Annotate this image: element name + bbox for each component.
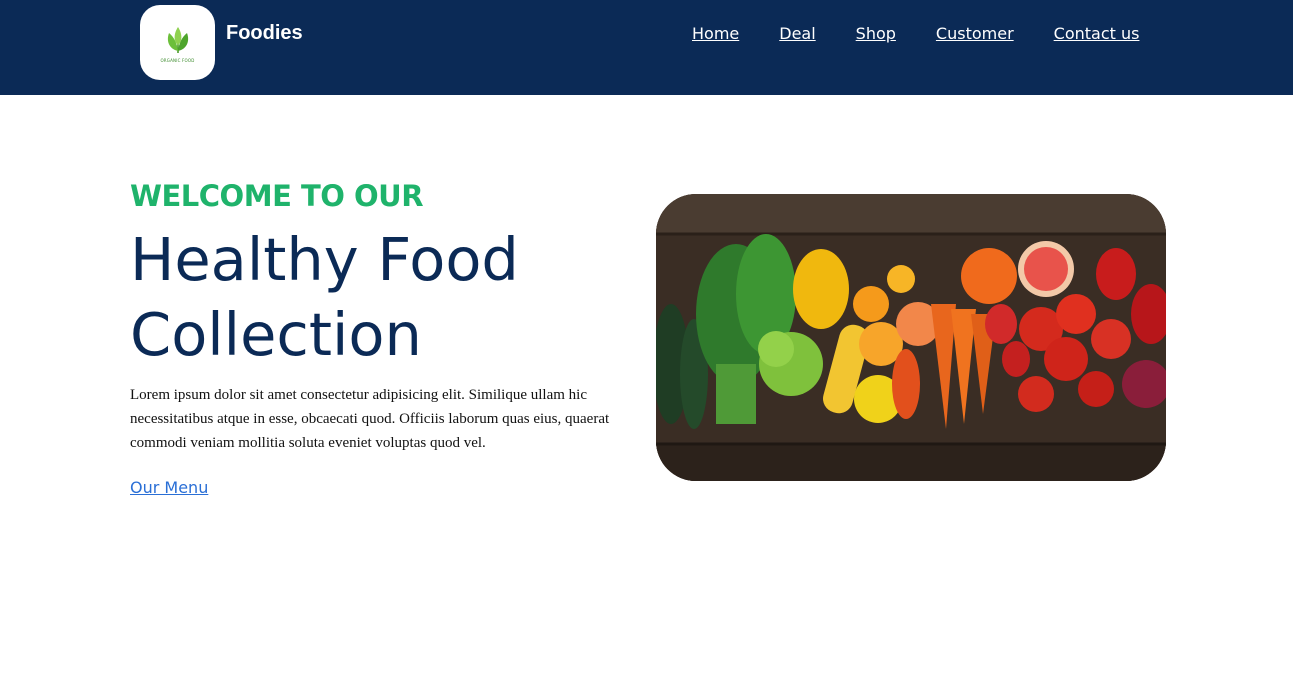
hero-title: Healthy Food Collection bbox=[130, 222, 630, 372]
vegetables-photo-icon bbox=[656, 194, 1166, 481]
hero-title-line-1: Healthy Food bbox=[130, 225, 519, 294]
hero-eyebrow: WELCOME TO OUR bbox=[130, 179, 424, 213]
site-header: ORGANIC FOOD Foodies Home Deal Shop Cust… bbox=[0, 0, 1293, 95]
logo-caption: ORGANIC FOOD bbox=[160, 57, 195, 63]
main-nav: Home Deal Shop Customer Contact us bbox=[692, 24, 1139, 43]
nav-link-contact-us[interactable]: Contact us bbox=[1054, 24, 1140, 43]
our-menu-link[interactable]: Our Menu bbox=[130, 478, 208, 497]
hero-image bbox=[656, 194, 1166, 481]
nav-link-customer[interactable]: Customer bbox=[936, 24, 1014, 43]
brand-name[interactable]: Foodies bbox=[226, 22, 303, 45]
nav-link-home[interactable]: Home bbox=[692, 24, 739, 43]
hero-title-line-2: Collection bbox=[130, 300, 422, 369]
nav-link-shop[interactable]: Shop bbox=[856, 24, 896, 43]
logo[interactable]: ORGANIC FOOD bbox=[140, 5, 215, 80]
leaf-logo-icon bbox=[167, 26, 188, 53]
hero-description: Lorem ipsum dolor sit amet consectetur a… bbox=[130, 387, 610, 451]
nav-link-deal[interactable]: Deal bbox=[779, 24, 815, 43]
